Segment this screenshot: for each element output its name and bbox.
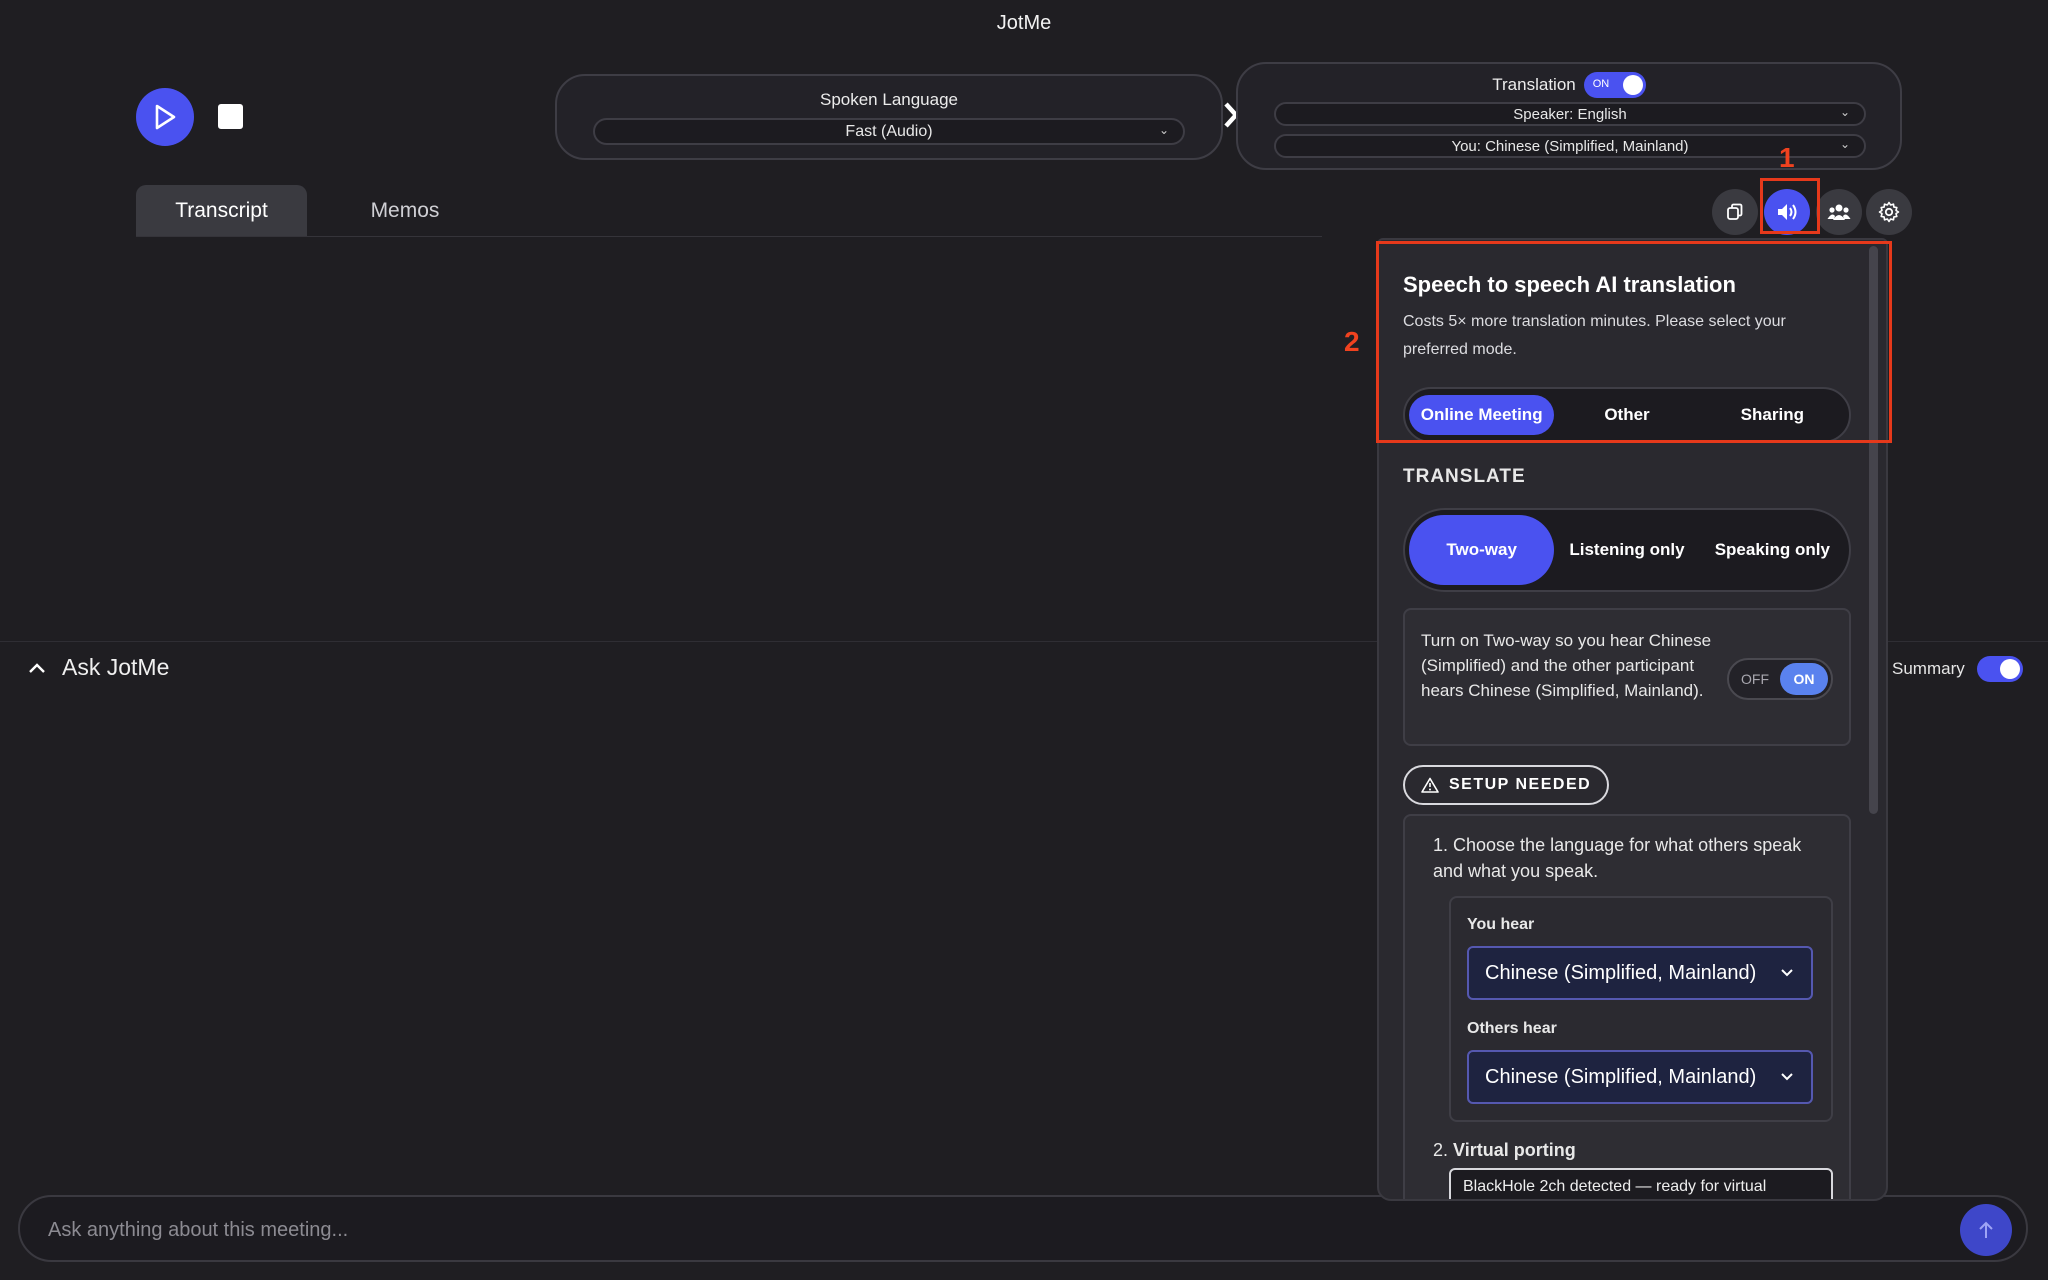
spoken-language-label: Spoken Language [819,90,959,109]
tab-divider [136,236,1322,237]
copy-button[interactable] [1712,189,1758,235]
ask-jotme-title: Ask JotMe [62,654,170,680]
translate-section-title: TRANSLATE [1403,466,1526,487]
spoken-language-value: Fast (Audio) [845,122,933,140]
translate-listening-only[interactable]: Listening only [1554,515,1699,585]
copy-icon [1727,203,1743,220]
toggle-on-label: ON [1780,663,1828,695]
chevron-down-icon: ⌄ [1839,137,1850,151]
setup-steps: 1. Choose the language for what others s… [1403,814,1851,1199]
others-hear-label: Others hear [1467,1020,1557,1037]
toggle-knob [1999,659,2020,679]
you-language-select[interactable]: You: Chinese (Simplified, Mainland) ⌄ [1274,134,1866,158]
ask-input[interactable] [48,1213,1948,1247]
tab-memos[interactable]: Memos [340,185,470,237]
ask-jotme-header[interactable]: Ask JotMe [28,654,169,681]
others-hear-select[interactable]: Chinese (Simplified, Mainland) [1467,1050,1813,1104]
users-icon [1827,204,1851,220]
two-way-info-card: Turn on Two-way so you hear Chinese (Sim… [1403,608,1851,746]
play-button[interactable] [136,88,194,146]
step-2-heading: 2. Virtual porting [1433,1140,1576,1161]
step-2-number: 2. [1433,1140,1449,1160]
annotation-number-2: 2 [1344,326,1360,357]
arrow-up-icon [1979,1221,1993,1238]
gear-icon [1878,201,1900,223]
two-way-info-text: Turn on Two-way so you hear Chinese (Sim… [1421,631,1712,700]
two-way-toggle[interactable]: OFF ON [1727,658,1833,700]
speaker-language-select[interactable]: Speaker: English ⌄ [1274,102,1866,126]
translation-label: Translation [1492,75,1576,94]
translate-selector: Two-way Listening only Speaking only [1403,508,1851,592]
send-button[interactable] [1960,1204,2012,1256]
stop-button[interactable] [218,104,243,129]
you-language-value: You: Chinese (Simplified, Mainland) [1451,137,1689,155]
spoken-language-box: Spoken Language Fast (Audio) ⌄ [555,74,1223,160]
virtual-porting-status: BlackHole 2ch detected — ready for virtu… [1449,1168,1833,1199]
tab-transcript[interactable]: Transcript [136,185,307,237]
spoken-language-select[interactable]: Fast (Audio) ⌄ [593,118,1185,145]
summary-toggle[interactable] [1976,656,2023,682]
app-title: JotMe [996,11,1052,34]
others-hear-value: Chinese (Simplified, Mainland) [1485,1065,1757,1088]
toggle-off-label: OFF [1741,671,1769,687]
participants-button[interactable] [1816,189,1862,235]
translation-box: Translation ON Speaker: English ⌄ You: C… [1236,62,1902,170]
chevron-down-icon [1781,969,1793,977]
chevron-down-icon: ⌄ [1158,123,1169,137]
summary-control: Summary [1892,656,2023,682]
you-hear-label: You hear [1467,916,1535,933]
you-hear-value: Chinese (Simplified, Mainland) [1485,961,1757,984]
translation-toggle[interactable]: ON [1583,72,1646,98]
translate-speaking-only[interactable]: Speaking only [1700,515,1845,585]
language-choice-card: You hear Chinese (Simplified, Mainland) … [1449,896,1833,1122]
toggle-knob [1622,75,1643,95]
annotation-box-2 [1376,241,1892,443]
translation-toggle-text: ON [1592,78,1610,90]
step-2-title: Virtual porting [1453,1140,1576,1160]
translate-two-way[interactable]: Two-way [1409,515,1555,585]
you-hear-select[interactable]: Chinese (Simplified, Mainland) [1467,946,1813,1000]
play-icon [155,104,176,130]
annotation-number-1: 1 [1779,142,1795,173]
chevron-up-icon [29,662,45,673]
step-1-text: 1. Choose the language for what others s… [1433,835,1802,881]
warning-icon [1421,777,1439,793]
setup-needed-text: SETUP NEEDED [1449,776,1592,793]
speaker-language-value: Speaker: English [1513,105,1627,123]
ask-input-bar [18,1195,2028,1262]
settings-button[interactable] [1866,189,1912,235]
chevron-down-icon [1781,1073,1793,1081]
summary-label: Summary [1892,659,1965,678]
chevron-down-icon: ⌄ [1839,105,1850,119]
annotation-box-1 [1760,178,1820,234]
setup-needed-badge: SETUP NEEDED [1403,765,1610,805]
